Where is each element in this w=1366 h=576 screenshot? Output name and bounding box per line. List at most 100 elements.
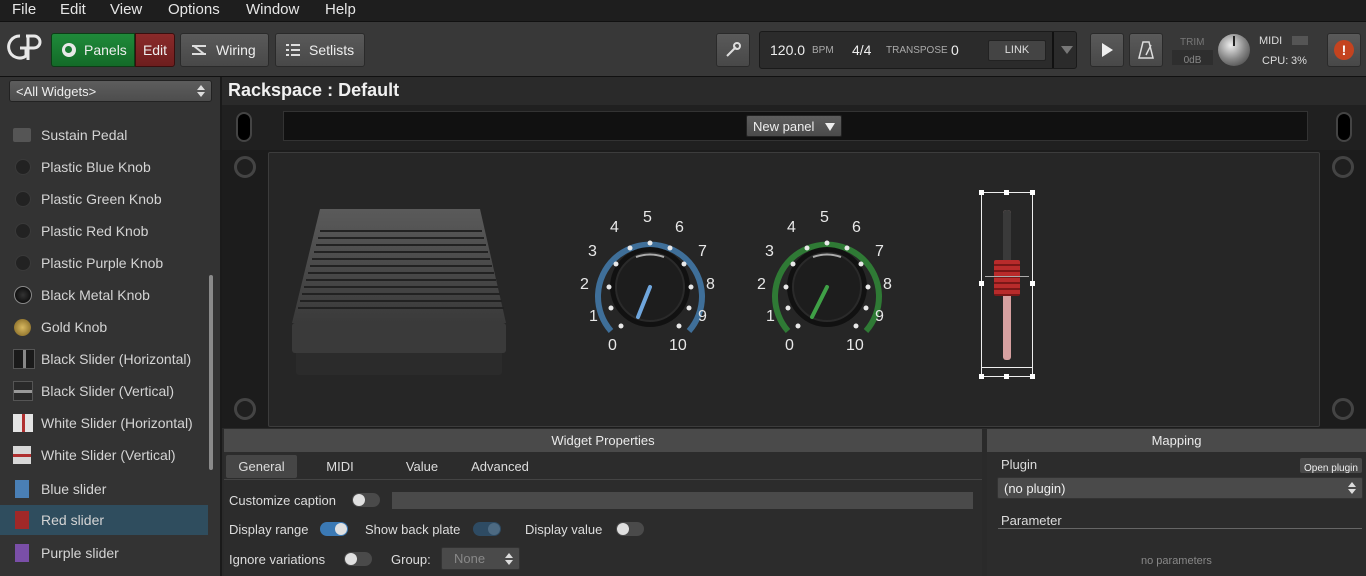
widget-item-plastic-green-knob[interactable]: Plastic Green Knob [0,184,208,214]
menu-window[interactable]: Window [246,1,299,18]
resize-handle [1030,374,1035,379]
dial-label: 2 [757,276,766,293]
widget-item-plastic-purple-knob[interactable]: Plastic Purple Knob [0,248,208,278]
sidebar-scrollbar[interactable] [209,275,213,470]
widget-item-white-slider-horizontal[interactable]: White Slider (Horizontal) [0,408,208,438]
dial-label: 4 [610,219,619,236]
tab-midi[interactable]: MIDI [310,455,370,478]
widget-item-purple-slider[interactable]: Purple slider [0,538,208,568]
dial-label: 8 [706,276,715,293]
widget-item-label: Plastic Red Knob [41,223,149,239]
rackspace-title: Rackspace : Default [228,80,400,100]
knob-icon [14,318,31,336]
pedal-icon [13,128,31,142]
widget-item-black-slider-horizontal[interactable]: Black Slider (Horizontal) [0,344,208,374]
menu-options[interactable]: Options [168,1,220,18]
trim-knob[interactable] [1218,34,1250,66]
panels-label: Panels [84,42,127,58]
transport-dropdown[interactable] [1052,32,1078,68]
show-back-plate-toggle[interactable] [473,522,501,536]
dial-label: 6 [675,219,684,236]
widget-item-blue-slider[interactable]: Blue slider [0,474,208,504]
midi-label: MIDI [1259,35,1283,47]
widget-item-red-slider[interactable]: Red slider [0,505,208,535]
slider-icon [13,349,35,369]
dial-label: 3 [765,243,774,260]
menu-edit[interactable]: Edit [60,1,86,18]
dial-label: 9 [698,308,707,325]
alert-icon: ! [1334,40,1354,60]
mapping-title: Mapping [987,429,1366,452]
panels-button[interactable]: Panels [51,33,135,67]
widget-properties-title: Widget Properties [224,429,982,452]
widget-item-label: Purple slider [41,545,119,561]
caption-input[interactable] [392,492,973,509]
ignore-variations-toggle[interactable] [344,552,372,566]
resize-handle [1004,374,1009,379]
slider-icon [15,480,29,498]
edit-label: Edit [142,42,168,58]
toolbar: Panels Edit Wiring Setlists 120.0 BPM 4/… [0,22,1366,77]
display-range-toggle[interactable] [320,522,348,536]
tab-general[interactable]: General [226,455,297,478]
menu-file[interactable]: File [12,1,36,18]
dial-label: 1 [766,308,775,325]
customize-caption-label: Customize caption [229,493,336,508]
menu-help[interactable]: Help [325,1,356,18]
sustain-pedal-widget[interactable] [290,205,508,377]
chevron-down-icon [825,123,835,131]
display-value-toggle[interactable] [616,522,644,536]
updown-arrows-icon [505,553,513,565]
knob-icon [14,286,32,304]
tab-value[interactable]: Value [392,455,452,478]
metronome-button[interactable] [1129,33,1163,67]
plastic-blue-knob-widget[interactable]: 0 1 2 3 4 5 6 7 8 9 10 [580,205,720,360]
widget-item-black-metal-knob[interactable]: Black Metal Knob [0,280,208,310]
plastic-green-knob-widget[interactable]: 0 1 2 3 4 5 6 7 8 9 10 [757,205,897,360]
dial-label: 5 [643,209,652,226]
resize-handle [1030,190,1035,195]
customize-caption-toggle[interactable] [352,493,380,507]
slider-icon [13,414,33,432]
open-plugin-button[interactable]: Open plugin [1300,458,1362,474]
tools-button[interactable] [716,33,750,67]
dial-label: 0 [785,337,794,354]
red-slider-widget[interactable] [979,190,1035,380]
transpose-value[interactable]: 0 [951,42,959,58]
widget-item-sustain-pedal[interactable]: Sustain Pedal [0,120,208,150]
trim-label: TRIM [1180,37,1205,48]
resize-handle [1030,281,1035,286]
play-button[interactable] [1090,33,1124,67]
menu-view[interactable]: View [110,1,142,18]
tab-advanced[interactable]: Advanced [465,455,535,478]
widget-item-gold-knob[interactable]: Gold Knob [0,312,208,342]
group-select[interactable]: None [441,547,520,570]
time-signature[interactable]: 4/4 [852,42,871,58]
widget-item-black-slider-vertical[interactable]: Black Slider (Vertical) [0,376,208,406]
widget-item-label: Blue slider [41,481,107,497]
wrench-icon [726,42,741,57]
screw-icon [234,398,256,420]
widget-item-white-slider-vertical[interactable]: White Slider (Vertical) [0,440,208,470]
trim-value: 0dB [1183,55,1202,66]
link-button[interactable]: LINK [988,40,1046,61]
selection-box-inner [981,367,1033,368]
screw-icon [234,156,256,178]
plugin-select[interactable]: (no plugin) [997,477,1363,499]
panel-select[interactable]: New panel [746,115,842,137]
link-label: LINK [1004,44,1030,56]
tab-divider [224,479,982,480]
slider-handle[interactable] [994,260,1020,296]
widget-sidebar: <All Widgets> Sustain Pedal Plastic Blue… [0,77,222,576]
alert-button[interactable]: ! [1327,33,1361,67]
widget-item-plastic-red-knob[interactable]: Plastic Red Knob [0,216,208,246]
bpm-label: BPM [812,45,834,56]
resize-handle [979,281,984,286]
edit-button[interactable]: Edit [135,33,175,67]
widget-item-plastic-blue-knob[interactable]: Plastic Blue Knob [0,152,208,182]
bpm-value[interactable]: 120.0 [770,42,805,58]
widget-filter-select[interactable]: <All Widgets> [9,80,212,102]
wiring-button[interactable]: Wiring [180,33,269,67]
setlists-button[interactable]: Setlists [275,33,365,67]
dial-label: 10 [669,337,687,354]
